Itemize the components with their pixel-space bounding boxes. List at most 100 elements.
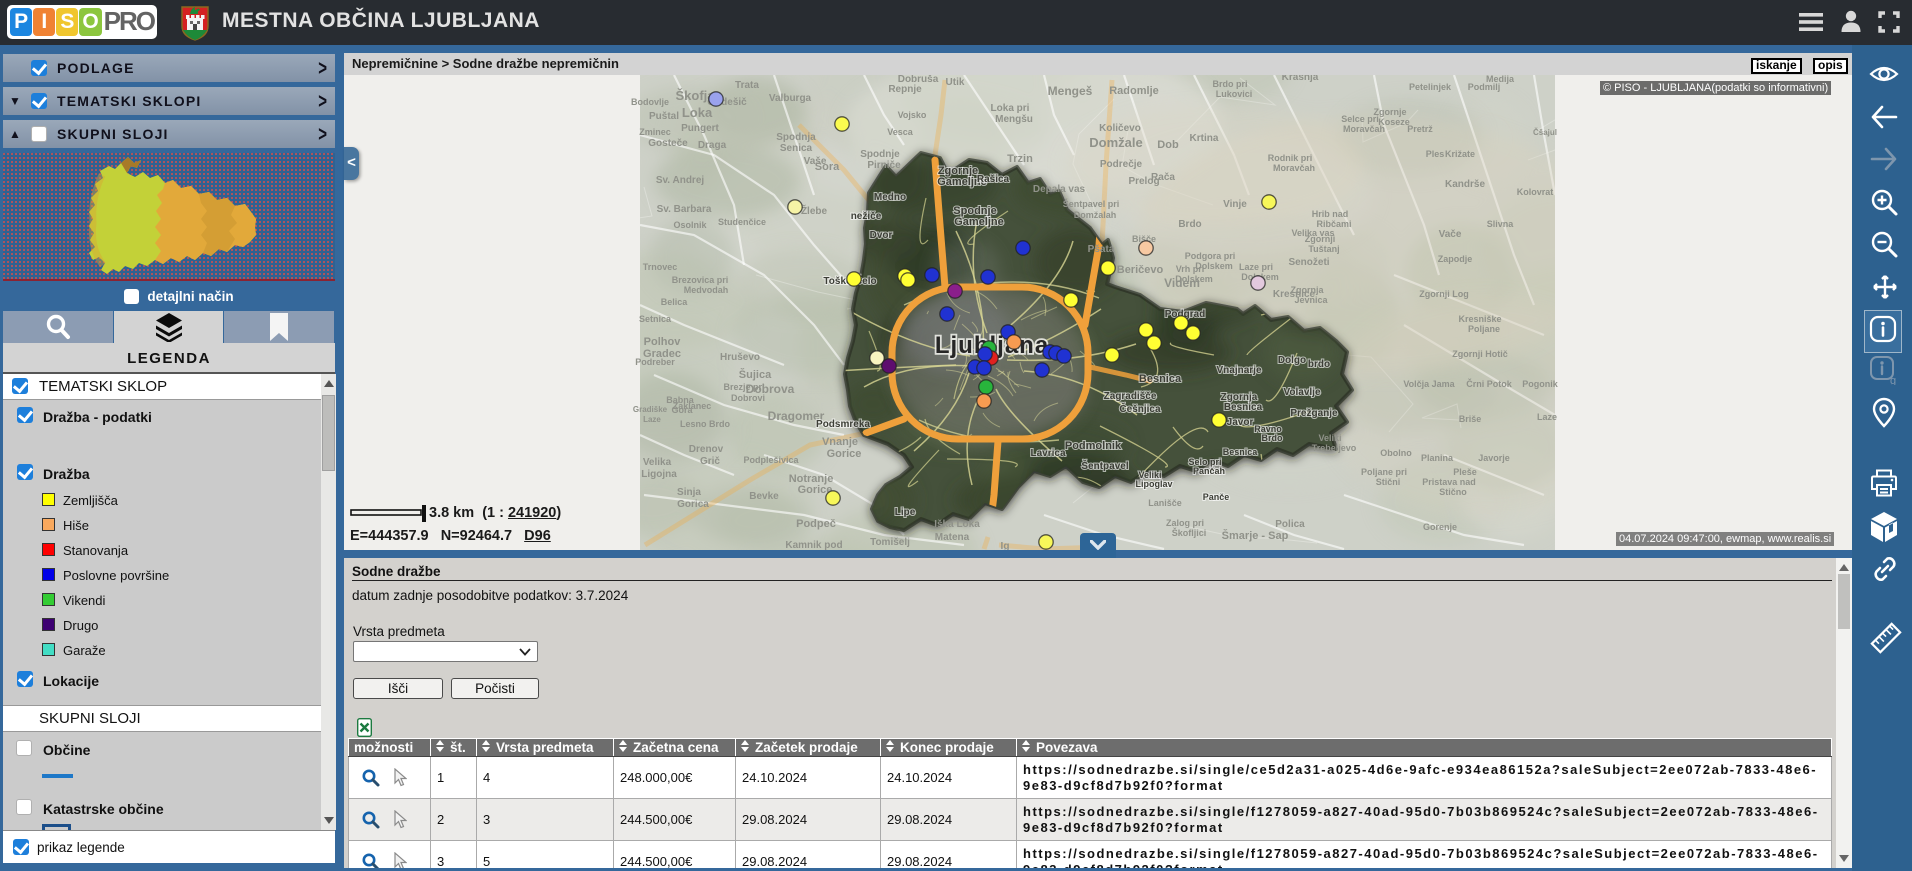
svg-text:Dobruša: Dobruša	[898, 75, 939, 85]
svg-text:Medija: Medija	[1486, 75, 1515, 84]
svg-text:Podreber: Podreber	[635, 357, 675, 367]
svg-text:Trnovec: Trnovec	[643, 262, 678, 272]
svg-text:Brdo pri: Brdo pri	[1213, 79, 1248, 89]
svg-text:Kresniške: Kresniške	[1458, 314, 1501, 324]
svg-text:Medno: Medno	[874, 192, 906, 203]
svg-text:Sinja: Sinja	[677, 487, 701, 498]
svg-text:Ligojna: Ligojna	[641, 469, 677, 480]
svg-text:Krtina: Krtina	[1190, 133, 1219, 144]
svg-text:Pristava nad: Pristava nad	[1422, 477, 1476, 487]
svg-text:Gosteče: Gosteče	[648, 138, 688, 149]
svg-text:Spodnja: Spodnja	[776, 132, 816, 143]
svg-text:Mengeš: Mengeš	[1048, 84, 1093, 98]
svg-text:Brdo: Brdo	[1178, 219, 1201, 230]
svg-text:Planina: Planina	[1421, 453, 1454, 463]
svg-text:Vinje: Vinje	[1223, 199, 1247, 210]
svg-text:Mengšu: Mengšu	[995, 114, 1033, 125]
svg-text:Zagradišče: Zagradišče	[1104, 391, 1157, 402]
svg-text:Spodnje: Spodnje	[860, 149, 900, 160]
svg-text:Zgornja: Zgornja	[1291, 285, 1325, 295]
svg-text:Senica: Senica	[780, 143, 813, 154]
svg-text:Brezje pri: Brezje pri	[723, 382, 764, 392]
svg-text:Črni Potok: Črni Potok	[1466, 378, 1512, 389]
svg-text:Brdo: Brdo	[1262, 433, 1283, 443]
svg-text:Polhov: Polhov	[644, 336, 682, 348]
svg-text:Domžale: Domžale	[1089, 135, 1142, 150]
svg-text:Selce pri: Selce pri	[1341, 114, 1379, 124]
svg-text:Besnica: Besnica	[1223, 447, 1259, 457]
svg-text:Gorice: Gorice	[827, 448, 862, 460]
svg-text:Belica: Belica	[661, 297, 689, 307]
svg-text:Brezovica pri: Brezovica pri	[672, 275, 729, 285]
svg-text:Pungert: Pungert	[681, 123, 719, 134]
svg-text:Čšajul: Čšajul	[1533, 128, 1557, 137]
svg-text:Dvor: Dvor	[870, 230, 893, 241]
svg-text:Laze pri: Laze pri	[1239, 262, 1273, 272]
svg-text:Rašica: Rašica	[977, 174, 1010, 185]
svg-text:Vnajnarje: Vnajnarje	[1216, 365, 1261, 376]
svg-text:Kamnik pod: Kamnik pod	[785, 540, 842, 550]
svg-text:Rača: Rača	[1151, 172, 1175, 183]
svg-text:Valburga: Valburga	[769, 93, 812, 104]
svg-text:Lesno Brdo: Lesno Brdo	[680, 419, 731, 429]
svg-text:Polica: Polica	[1275, 519, 1305, 530]
svg-text:Besnica: Besnica	[1224, 402, 1263, 413]
svg-text:Vaše: Vaše	[804, 156, 827, 167]
svg-text:Gorenje: Gorenje	[1423, 522, 1457, 532]
svg-text:Moravčah: Moravčah	[1273, 163, 1315, 173]
svg-text:Zapodje: Zapodje	[1438, 254, 1473, 264]
svg-text:Moravčah: Moravčah	[1343, 124, 1385, 134]
svg-text:Ples: Ples	[1426, 149, 1445, 159]
svg-text:Petelinjek: Petelinjek	[1409, 82, 1452, 92]
svg-text:brdo: brdo	[1308, 359, 1330, 370]
svg-text:Pirniče: Pirniče	[867, 160, 901, 171]
svg-text:Zminec: Zminec	[639, 127, 671, 137]
svg-text:Prežganje: Prežganje	[1290, 408, 1338, 419]
svg-text:Tuštanj: Tuštanj	[1308, 244, 1339, 254]
svg-text:Zalog pri: Zalog pri	[1166, 518, 1204, 528]
svg-text:Škofljici: Škofljici	[1172, 527, 1207, 538]
svg-text:Gradiške: Gradiške	[633, 405, 668, 414]
svg-text:Setnica: Setnica	[639, 314, 672, 324]
svg-text:Zgornji Hotič: Zgornji Hotič	[1452, 349, 1508, 359]
svg-text:Gorica: Gorica	[677, 499, 709, 510]
svg-text:Količevo: Količevo	[1099, 123, 1141, 134]
svg-text:Podsmreka: Podsmreka	[816, 419, 870, 430]
svg-text:Podrečje: Podrečje	[1100, 159, 1143, 170]
svg-text:Dolgo: Dolgo	[1278, 355, 1306, 366]
svg-text:Radomlje: Radomlje	[1109, 85, 1159, 97]
svg-text:Šujica: Šujica	[739, 368, 772, 381]
svg-text:Gameljne: Gameljne	[954, 216, 1004, 228]
svg-text:nežiče: nežiče	[851, 211, 882, 222]
svg-text:Žlebe: Žlebe	[801, 204, 828, 217]
svg-text:Hrib nad: Hrib nad	[1312, 209, 1349, 219]
svg-text:Videm: Videm	[1164, 276, 1200, 290]
svg-text:Dob: Dob	[1157, 139, 1179, 151]
svg-text:Podmolnik: Podmolnik	[1065, 440, 1122, 452]
svg-text:Iška Loka: Iška Loka	[934, 519, 980, 530]
svg-text:Poljane pri: Poljane pri	[1361, 467, 1407, 477]
svg-text:Beričevo: Beričevo	[1117, 264, 1164, 276]
svg-text:Laze: Laze	[643, 415, 661, 424]
svg-text:Podgora pri: Podgora pri	[1185, 251, 1236, 261]
svg-text:Draga: Draga	[698, 140, 727, 151]
svg-text:Laze: Laze	[1537, 412, 1557, 422]
svg-text:Trata: Trata	[735, 80, 759, 91]
svg-text:Pretrž: Pretrž	[1407, 124, 1433, 134]
svg-text:Trzin: Trzin	[1007, 153, 1033, 165]
svg-text:Zaklanec: Zaklanec	[673, 401, 712, 411]
svg-text:Jevnica: Jevnica	[1294, 295, 1328, 305]
svg-text:Lanišče: Lanišče	[1148, 498, 1182, 508]
svg-text:Šmarje - Sap: Šmarje - Sap	[1222, 529, 1289, 542]
svg-text:Zgornji Log: Zgornji Log	[1419, 289, 1469, 299]
svg-text:Osolnik: Osolnik	[673, 220, 707, 230]
svg-text:Bevke: Bevke	[749, 491, 779, 502]
svg-text:Bodovlje: Bodovlje	[631, 97, 669, 107]
svg-text:Rodnik pri: Rodnik pri	[1268, 153, 1313, 163]
svg-text:Vesca: Vesca	[887, 127, 914, 137]
svg-text:Krašnja: Krašnja	[1282, 75, 1319, 83]
svg-text:Tomišelj: Tomišelj	[870, 537, 910, 548]
svg-text:Pleše: Pleše	[1453, 467, 1477, 477]
svg-text:Lukovici: Lukovici	[1216, 89, 1253, 99]
svg-text:Trebeljevo: Trebeljevo	[1312, 443, 1357, 453]
